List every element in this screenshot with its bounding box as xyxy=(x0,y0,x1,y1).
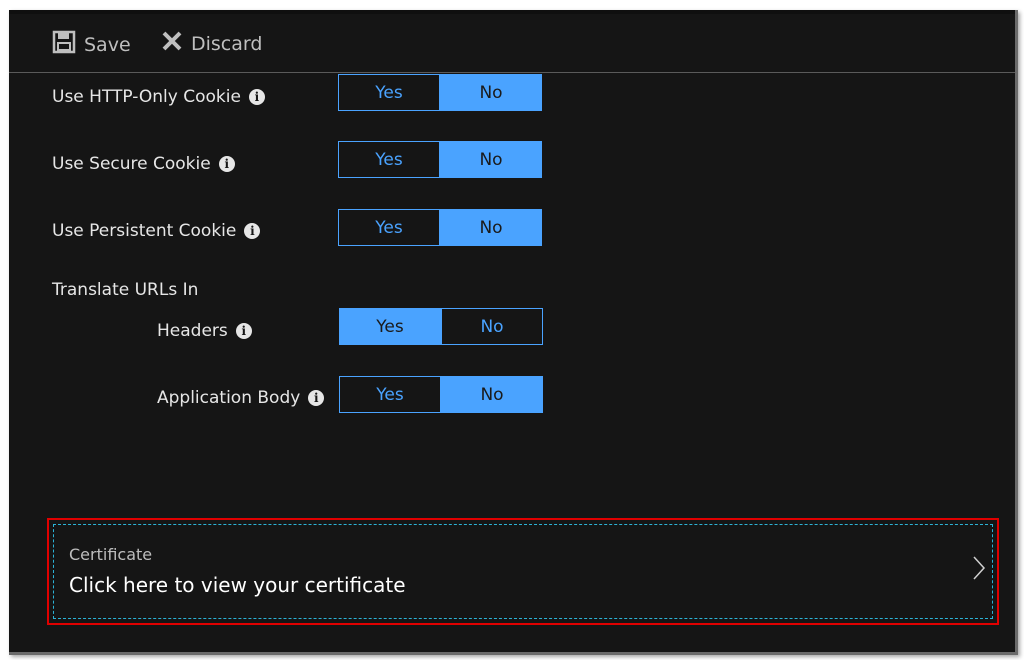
translate-urls-heading: Translate URLs In xyxy=(52,280,198,300)
persistent-cookie-toggle[interactable]: Yes No xyxy=(338,209,542,246)
headers-label: Headers i xyxy=(157,321,252,341)
toolbar: Save Discard xyxy=(9,10,1015,73)
headers-text: Headers xyxy=(157,321,228,341)
http-only-cookie-yes-option[interactable]: Yes xyxy=(338,74,440,111)
info-icon[interactable]: i xyxy=(218,156,235,172)
certificate-link[interactable]: Certificate Click here to view your cert… xyxy=(53,524,993,619)
info-icon[interactable]: i xyxy=(308,390,325,406)
http-only-cookie-text: Use HTTP-Only Cookie xyxy=(52,87,241,107)
settings-panel: Save Discard Use HTTP-Only Cookie i Yes … xyxy=(9,10,1018,655)
application-body-no-option[interactable]: No xyxy=(441,376,543,413)
info-icon[interactable]: i xyxy=(244,223,261,239)
persistent-cookie-yes-option[interactable]: Yes xyxy=(338,209,440,246)
discard-button[interactable]: Discard xyxy=(161,30,262,57)
save-button[interactable]: Save xyxy=(52,30,131,59)
persistent-cookie-label: Use Persistent Cookie i xyxy=(52,221,261,241)
save-icon xyxy=(52,30,76,59)
headers-no-option[interactable]: No xyxy=(441,308,543,345)
secure-cookie-text: Use Secure Cookie xyxy=(52,154,211,174)
secure-cookie-toggle[interactable]: Yes No xyxy=(338,141,542,178)
info-icon[interactable]: i xyxy=(235,323,252,339)
certificate-link-text: Click here to view your certificate xyxy=(69,573,406,597)
headers-toggle[interactable]: Yes No xyxy=(339,308,543,345)
application-body-toggle[interactable]: Yes No xyxy=(339,376,543,413)
chevron-right-icon xyxy=(972,555,986,585)
discard-label: Discard xyxy=(191,32,263,55)
application-body-text: Application Body xyxy=(157,388,301,408)
certificate-title: Certificate xyxy=(69,545,153,564)
info-icon[interactable]: i xyxy=(248,89,265,105)
application-body-yes-option[interactable]: Yes xyxy=(339,376,441,413)
save-label: Save xyxy=(84,33,131,56)
http-only-cookie-toggle[interactable]: Yes No xyxy=(338,74,542,111)
certificate-highlight: Certificate Click here to view your cert… xyxy=(47,518,999,625)
secure-cookie-label: Use Secure Cookie i xyxy=(52,154,235,174)
translate-urls-text: Translate URLs In xyxy=(52,280,199,300)
close-icon xyxy=(161,30,183,57)
secure-cookie-yes-option[interactable]: Yes xyxy=(338,141,440,178)
application-body-label: Application Body i xyxy=(157,388,325,408)
persistent-cookie-no-option[interactable]: No xyxy=(440,209,542,246)
secure-cookie-no-option[interactable]: No xyxy=(440,141,542,178)
http-only-cookie-no-option[interactable]: No xyxy=(440,74,542,111)
http-only-cookie-label: Use HTTP-Only Cookie i xyxy=(52,87,265,107)
headers-yes-option[interactable]: Yes xyxy=(339,308,441,345)
persistent-cookie-text: Use Persistent Cookie xyxy=(52,221,237,241)
